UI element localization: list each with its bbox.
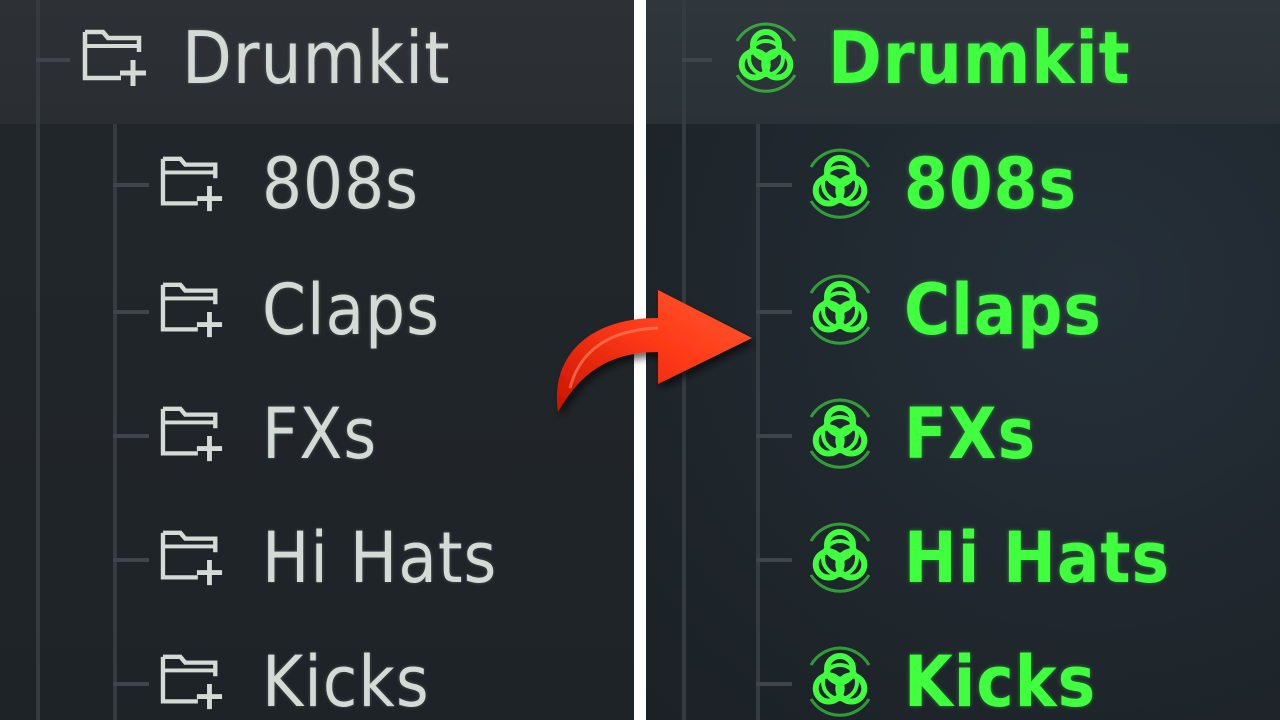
tree-item-label: FXs [262,393,378,475]
tree-item-808s[interactable]: 808s [158,134,419,234]
folder-plus-icon [158,279,228,341]
tree-item-label: Kicks [904,641,1097,720]
tree-branch-line [113,682,149,686]
tree-item-drumkit[interactable]: Drumkit [80,8,451,108]
tree-branch-line [756,310,792,314]
before-panel: Drumkit 808s Claps FXs Hi Hats Kicks [0,0,634,720]
tree-item-claps[interactable]: Claps [802,260,1102,360]
tree-branch-line [113,558,149,562]
biohazard-icon [802,644,878,720]
tree-branch-line [113,183,149,187]
folder-plus-icon [158,153,228,215]
tree-item-claps[interactable]: Claps [158,260,440,360]
tree-item-hi-hats[interactable]: Hi Hats [158,508,497,608]
tree-item-label: 808s [262,143,419,225]
tree-item-label: Hi Hats [262,517,498,599]
tree-item-hi-hats[interactable]: Hi Hats [802,508,1170,608]
tree-item-808s[interactable]: 808s [802,134,1077,234]
tree-branch-line [756,183,792,187]
tree-item-label: Drumkit [182,16,451,100]
tree-item-label: Hi Hats [904,517,1170,599]
tree-branch-line [756,434,792,438]
tree-branch-line [756,558,792,562]
biohazard-icon [802,520,878,596]
folder-plus-icon [158,651,228,713]
tree-item-kicks[interactable]: Kicks [802,632,1096,720]
tree-branch-line [682,58,712,62]
tree-branch-line [36,58,70,62]
tree-branch-line [113,434,149,438]
tree-item-label: Kicks [262,641,430,720]
tree-item-fxs[interactable]: FXs [802,384,1036,484]
tree-branch-line [756,682,792,686]
tree-guide-line [113,124,117,720]
biohazard-icon [728,20,804,96]
tree-guide-line [36,0,40,720]
tree-item-kicks[interactable]: Kicks [158,632,430,720]
biohazard-icon [802,146,878,222]
tree-item-label: Drumkit [828,16,1131,100]
tree-item-label: 808s [904,143,1077,225]
tree-item-label: FXs [904,393,1037,475]
folder-plus-icon [158,527,228,589]
folder-plus-icon [158,403,228,465]
folder-plus-icon [80,26,152,90]
biohazard-icon [802,396,878,472]
curved-arrow-icon [556,290,752,412]
tree-item-fxs[interactable]: FXs [158,384,377,484]
tree-guide-line [756,124,760,720]
tree-branch-line [113,310,149,314]
tree-item-label: Claps [262,269,440,351]
tree-item-label: Claps [904,269,1102,351]
biohazard-icon [802,272,878,348]
tree-item-drumkit[interactable]: Drumkit [728,8,1131,108]
